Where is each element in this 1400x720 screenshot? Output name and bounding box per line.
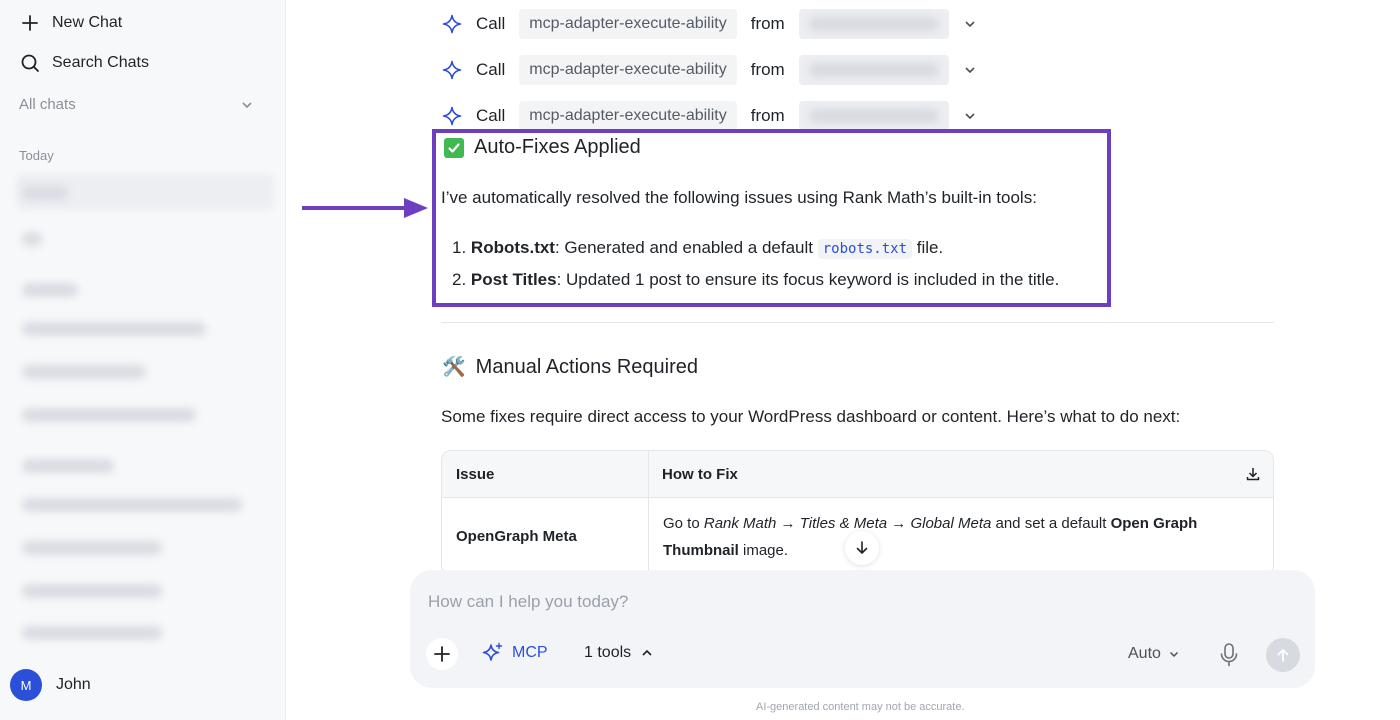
chevron-down-icon[interactable] bbox=[963, 63, 977, 77]
download-icon[interactable] bbox=[1245, 466, 1261, 482]
list-item: 2. Post Titles: Updated 1 post to ensure… bbox=[452, 270, 1059, 290]
tool-name: mcp-adapter-execute-ability bbox=[519, 101, 737, 131]
from-label: from bbox=[750, 14, 785, 33]
chevron-down-icon bbox=[242, 101, 252, 108]
sparkle-icon bbox=[482, 642, 503, 661]
tools-count: 1 tools bbox=[584, 644, 632, 661]
send-button[interactable] bbox=[1266, 638, 1300, 672]
arrow-down-icon bbox=[856, 541, 868, 554]
autofix-title: Auto-Fixes Applied bbox=[474, 136, 641, 158]
section-label-blurred bbox=[22, 459, 114, 473]
sparkle-icon bbox=[442, 106, 462, 126]
autofix-intro: I’ve automatically resolved the followin… bbox=[441, 188, 1037, 207]
microphone-icon[interactable] bbox=[1218, 642, 1240, 668]
column-header: Issue bbox=[442, 451, 649, 497]
manual-heading: 🛠️ Manual Actions Required bbox=[442, 355, 698, 379]
mcp-label: MCP bbox=[512, 644, 548, 661]
chat-item-blurred-text bbox=[22, 186, 68, 200]
list-item-text: : Generated and enabled a default bbox=[554, 238, 818, 257]
manual-title: Manual Actions Required bbox=[475, 355, 699, 378]
list-number: 2. bbox=[452, 270, 467, 289]
sidebar: New Chat Search Chats All chats Today M … bbox=[0, 0, 286, 720]
plus-icon bbox=[22, 15, 38, 31]
call-label: Call bbox=[476, 14, 506, 33]
divider bbox=[441, 322, 1274, 323]
list-item: 1. Robots.txt: Generated and enabled a d… bbox=[452, 238, 944, 259]
tools-toggle[interactable]: 1 tools bbox=[584, 644, 653, 662]
attach-button[interactable] bbox=[426, 638, 458, 670]
chevron-up-icon bbox=[642, 649, 652, 656]
from-label: from bbox=[750, 106, 785, 125]
fix-text: image. bbox=[738, 542, 789, 559]
source-redacted bbox=[798, 55, 949, 85]
list-number: 1. bbox=[452, 238, 467, 257]
chat-item-blurred[interactable] bbox=[22, 626, 162, 640]
plus-icon bbox=[434, 646, 450, 662]
search-chats-button[interactable]: Search Chats bbox=[20, 53, 149, 73]
model-label: Auto bbox=[1128, 645, 1161, 662]
chat-item-blurred[interactable] bbox=[22, 322, 206, 336]
annotation-arrow-icon bbox=[302, 198, 428, 218]
list-item-text: file. bbox=[912, 238, 944, 257]
mcp-button[interactable]: MCP bbox=[482, 642, 548, 664]
source-redacted bbox=[798, 9, 949, 39]
chat-item-blurred[interactable] bbox=[22, 541, 162, 555]
chat-item-blurred[interactable] bbox=[22, 584, 162, 598]
user-profile[interactable]: M John bbox=[10, 669, 91, 701]
fix-text: and set a default bbox=[991, 515, 1111, 532]
scroll-down-button[interactable] bbox=[845, 531, 879, 565]
table-cell-issue: OpenGraph Meta bbox=[442, 498, 649, 574]
chevron-down-icon[interactable] bbox=[963, 17, 977, 31]
app-window: New Chat Search Chats All chats Today M … bbox=[0, 0, 1400, 720]
list-item-text: : Updated 1 post to ensure its focus key… bbox=[556, 270, 1060, 289]
sparkle-icon bbox=[442, 14, 462, 34]
fix-path: Rank Math → Titles & Meta → Global Meta bbox=[703, 515, 992, 532]
all-chats-dropdown[interactable]: All chats bbox=[19, 96, 253, 113]
inline-code: robots.txt bbox=[817, 239, 913, 259]
from-label: from bbox=[750, 60, 785, 79]
sparkle-icon bbox=[442, 60, 462, 80]
all-chats-label: All chats bbox=[19, 96, 76, 113]
autofix-heading: Auto-Fixes Applied bbox=[444, 136, 641, 159]
manual-intro: Some fixes require direct access to your… bbox=[441, 407, 1181, 426]
today-section-label: Today bbox=[19, 148, 54, 163]
tool-name: mcp-adapter-execute-ability bbox=[519, 9, 737, 39]
chat-item-blurred[interactable] bbox=[22, 498, 242, 512]
call-label: Call bbox=[476, 106, 506, 125]
list-item-label: Robots.txt bbox=[470, 238, 555, 257]
section-label-blurred bbox=[22, 283, 78, 297]
message-composer: How can I help you today? MCP 1 tools Au… bbox=[410, 570, 1315, 688]
chat-item-blurred[interactable] bbox=[22, 408, 196, 422]
user-name: John bbox=[56, 676, 91, 693]
avatar: M bbox=[10, 669, 42, 701]
tool-call-row[interactable]: Call mcp-adapter-execute-ability from bbox=[442, 8, 977, 40]
ai-disclaimer: AI-generated content may not be accurate… bbox=[756, 701, 965, 713]
chat-main: Call mcp-adapter-execute-ability from Ca… bbox=[286, 0, 1400, 720]
fix-text: Go to bbox=[663, 515, 704, 532]
model-select[interactable]: Auto bbox=[1128, 645, 1179, 663]
table-cell-fix: Go to Rank Math → Titles & Meta → Global… bbox=[649, 498, 1273, 574]
search-icon bbox=[21, 54, 39, 72]
tool-name: mcp-adapter-execute-ability bbox=[519, 55, 737, 85]
tools-icon: 🛠️ bbox=[442, 357, 466, 378]
list-item-label: Post Titles bbox=[470, 270, 557, 289]
arrow-up-icon bbox=[1277, 649, 1289, 662]
column-header: How to Fix bbox=[662, 465, 738, 483]
message-input[interactable]: How can I help you today? bbox=[428, 592, 628, 612]
new-chat-button[interactable]: New Chat bbox=[20, 13, 122, 33]
source-redacted bbox=[798, 101, 949, 131]
chat-item-blurred-text bbox=[22, 232, 42, 246]
column-header-cell: How to Fix bbox=[649, 451, 1273, 497]
tool-call-row[interactable]: Call mcp-adapter-execute-ability from bbox=[442, 100, 977, 132]
table-header: Issue How to Fix bbox=[442, 451, 1273, 498]
chevron-down-icon[interactable] bbox=[963, 109, 977, 123]
call-label: Call bbox=[476, 60, 506, 79]
check-mark-icon bbox=[444, 137, 464, 158]
chat-item-blurred[interactable] bbox=[22, 365, 146, 379]
new-chat-label: New Chat bbox=[52, 14, 123, 31]
chevron-down-icon bbox=[1169, 651, 1178, 658]
search-chats-label: Search Chats bbox=[52, 54, 149, 71]
tool-call-row[interactable]: Call mcp-adapter-execute-ability from bbox=[442, 54, 977, 86]
